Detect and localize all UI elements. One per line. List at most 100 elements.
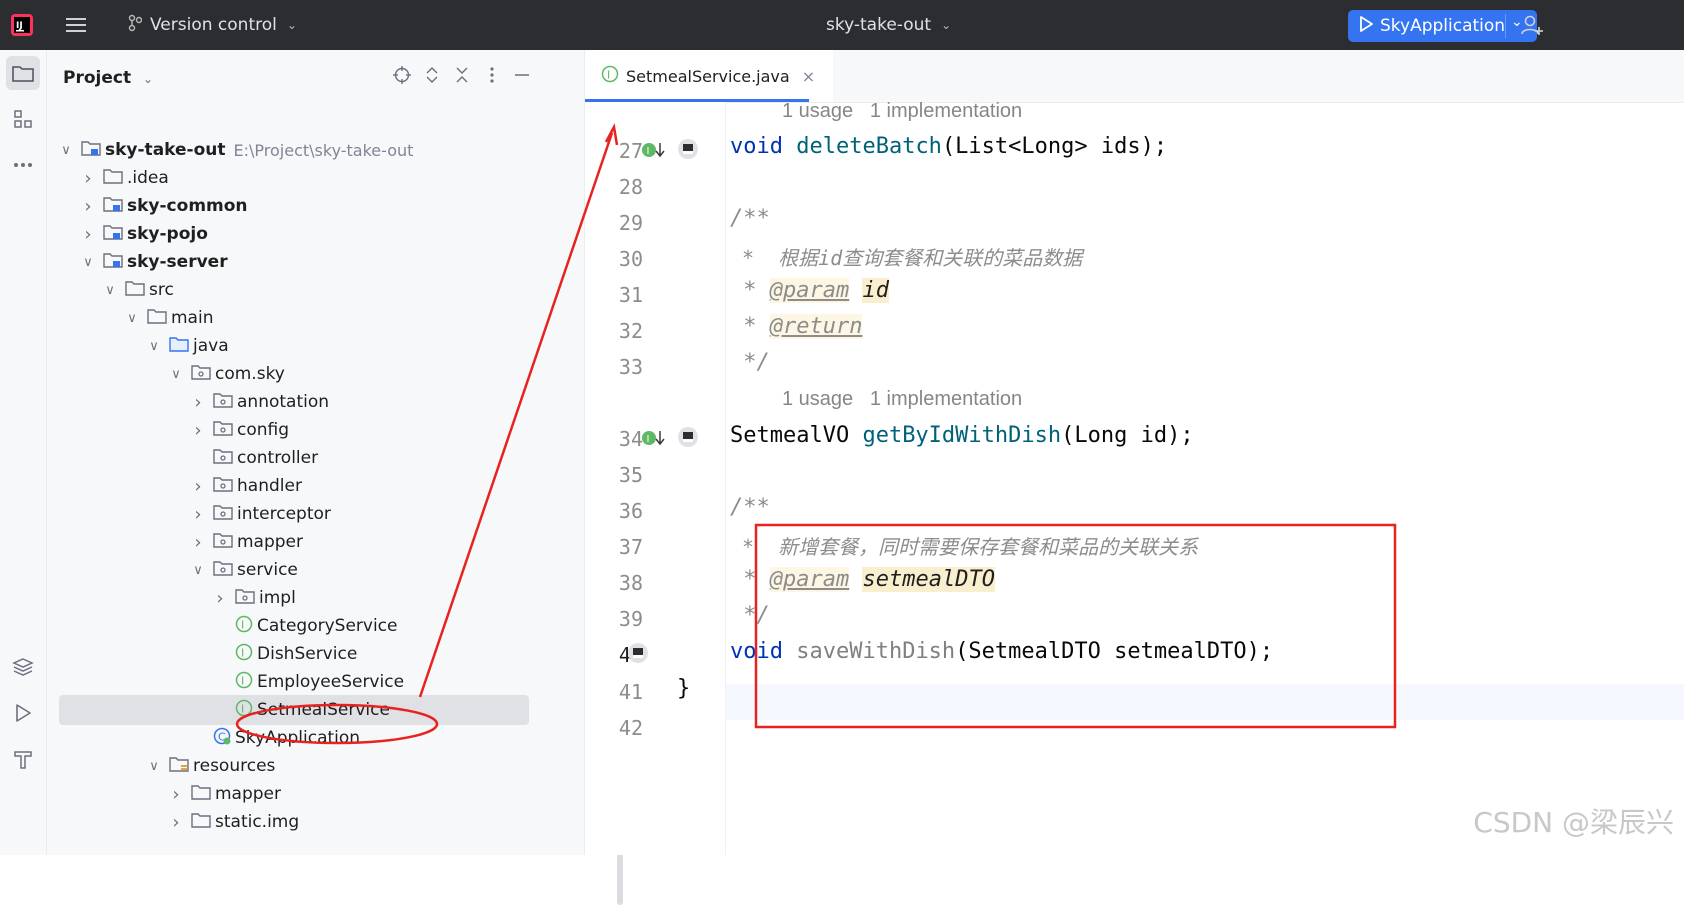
chevron-right-icon[interactable]: › xyxy=(191,392,205,413)
chevron-down-icon[interactable]: ∨ xyxy=(147,759,161,774)
project-switcher[interactable]: sky-take-out ⌄ xyxy=(826,0,951,50)
code-vision-hint[interactable]: 1 usage 1 implementation xyxy=(782,100,1022,123)
chevron-right-icon[interactable]: › xyxy=(81,196,95,217)
bookmark-icon[interactable] xyxy=(627,642,649,664)
chevron-right-icon[interactable]: › xyxy=(169,812,183,833)
tree-item[interactable]: ∨ src xyxy=(47,275,567,305)
locate-icon[interactable] xyxy=(387,66,417,88)
build-tool-icon[interactable] xyxy=(6,742,40,776)
tree-item-label: SkyApplication xyxy=(235,728,361,748)
chevron-right-icon[interactable]: › xyxy=(213,588,227,609)
tree-item[interactable]: ∨ java xyxy=(47,331,567,361)
structure-tool-icon[interactable] xyxy=(6,102,40,136)
chevron-right-icon[interactable]: › xyxy=(81,168,95,189)
chevron-down-icon[interactable]: ∨ xyxy=(59,143,73,158)
project-panel-header[interactable]: Project ⌄ xyxy=(63,68,153,88)
tree-item[interactable]: ∨ resources xyxy=(47,751,567,781)
tree-item[interactable]: ∨ sky-server xyxy=(47,247,567,277)
chevron-right-icon[interactable]: › xyxy=(191,532,205,553)
services-tool-icon[interactable] xyxy=(6,650,40,684)
line-number: 38 xyxy=(618,571,643,595)
tree-item[interactable]: › sky-pojo xyxy=(47,219,567,249)
chevron-right-icon[interactable]: › xyxy=(81,224,95,245)
tree-item[interactable]: › handler xyxy=(47,471,567,501)
tab-label: SetmealService.java xyxy=(626,66,790,86)
chevron-down-icon[interactable]: ∨ xyxy=(125,311,139,326)
code-line-39[interactable]: */ xyxy=(730,603,770,628)
code-line-41[interactable]: } xyxy=(677,676,690,701)
run-configuration-button[interactable]: SkyApplication ⌄ xyxy=(1348,10,1537,42)
usages-hint[interactable]: 1 usage xyxy=(782,100,853,122)
tree-item[interactable]: ∨ com.sky xyxy=(47,359,567,389)
usages-hint[interactable]: 1 usage xyxy=(782,388,853,410)
code-vision-hint[interactable]: 1 usage 1 implementation xyxy=(782,388,1022,411)
tree-item-label: CategoryService xyxy=(257,616,398,636)
chevron-right-icon[interactable]: › xyxy=(169,784,183,805)
tab-setmeal-service[interactable]: I SetmealService.java × xyxy=(585,50,834,102)
implementations-hint[interactable]: 1 implementation xyxy=(870,100,1022,122)
tree-item-label: src xyxy=(149,280,174,300)
chevron-right-icon[interactable]: › xyxy=(191,420,205,441)
tree-item[interactable]: C SkyApplication xyxy=(47,723,567,753)
chevron-down-icon[interactable]: ∨ xyxy=(169,367,183,382)
line-number: 30 xyxy=(618,247,643,271)
code-line-38[interactable]: * @param setmealDTO xyxy=(730,567,995,592)
code-line-40[interactable]: void saveWithDish(SetmealDTO setmealDTO)… xyxy=(730,639,1273,664)
tree-item[interactable]: ∨ service xyxy=(47,555,567,585)
tree-item[interactable]: › static.img xyxy=(47,807,567,837)
project-tool-icon[interactable] xyxy=(6,56,40,90)
more-tools-icon[interactable] xyxy=(6,148,40,182)
main-menu-icon[interactable] xyxy=(66,0,88,50)
javadoc-tag: @param xyxy=(769,278,850,303)
close-icon[interactable]: × xyxy=(802,67,815,86)
tree-item[interactable]: › annotation xyxy=(47,387,567,417)
expand-all-icon[interactable] xyxy=(417,66,447,88)
comment-text: * xyxy=(730,278,770,303)
implemented-icon[interactable]: I xyxy=(641,427,665,449)
bookmark-icon[interactable] xyxy=(677,426,699,448)
bookmark-icon[interactable] xyxy=(677,138,699,160)
tree-item[interactable]: I EmployeeService xyxy=(47,667,567,697)
tree-item[interactable]: › config xyxy=(47,415,567,445)
tree-item-label: sky-pojo xyxy=(127,224,208,244)
svg-text:I: I xyxy=(607,69,610,82)
implemented-icon[interactable]: I xyxy=(641,139,665,161)
tree-item[interactable]: I SetmealService xyxy=(59,695,529,725)
code-line-33[interactable]: */ xyxy=(730,350,770,375)
code-line-36[interactable]: /** xyxy=(730,495,770,520)
code-line-29[interactable]: /** xyxy=(730,206,770,231)
tree-item[interactable]: ∨ main xyxy=(47,303,567,333)
options-icon[interactable] xyxy=(477,66,507,88)
tree-item[interactable]: controller xyxy=(47,443,567,473)
add-user-icon[interactable] xyxy=(1520,0,1544,50)
chevron-down-icon[interactable]: ∨ xyxy=(191,563,205,578)
code-line-27[interactable]: void deleteBatch(List<Long> ids); xyxy=(730,134,1167,159)
version-control-menu[interactable]: Version control ⌄ xyxy=(128,0,297,50)
implementations-hint[interactable]: 1 implementation xyxy=(870,388,1022,410)
tree-item[interactable]: I CategoryService xyxy=(47,611,567,641)
tree-item[interactable]: I DishService xyxy=(47,639,567,669)
tree-item[interactable]: › mapper xyxy=(47,779,567,809)
chevron-down-icon[interactable]: ∨ xyxy=(81,255,95,270)
chevron-right-icon[interactable]: › xyxy=(191,476,205,497)
tree-item[interactable]: › interceptor xyxy=(47,499,567,529)
tree-item[interactable]: › .idea xyxy=(47,163,567,193)
run-tool-icon[interactable] xyxy=(6,696,40,730)
chevron-right-icon[interactable]: › xyxy=(191,504,205,525)
tree-item[interactable]: › impl xyxy=(47,583,567,613)
code-line-31[interactable]: * @param id xyxy=(730,278,889,303)
tree-item[interactable]: › mapper xyxy=(47,527,567,557)
app-logo[interactable]: IJ xyxy=(10,0,34,50)
code-line-30[interactable]: * 根据id查询套餐和关联的菜品数据 xyxy=(730,242,1082,271)
chevron-down-icon[interactable]: ∨ xyxy=(147,339,161,354)
code-line-32[interactable]: * @return xyxy=(730,314,863,339)
code-line-37[interactable]: * 新增套餐，同时需要保存套餐和菜品的关联关系 xyxy=(730,531,1198,560)
collapse-all-icon[interactable] xyxy=(447,66,477,88)
tree-item[interactable]: ∨ sky-take-out E:\Project\sky-take-out xyxy=(47,135,567,165)
line-number: 39 xyxy=(618,607,643,631)
code-text: (List<Long> ids); xyxy=(941,134,1168,159)
code-line-34[interactable]: SetmealVO getByIdWithDish(Long id); xyxy=(730,423,1194,448)
hide-panel-icon[interactable] xyxy=(507,66,537,88)
tree-item[interactable]: › sky-common xyxy=(47,191,567,221)
chevron-down-icon[interactable]: ∨ xyxy=(103,283,117,298)
